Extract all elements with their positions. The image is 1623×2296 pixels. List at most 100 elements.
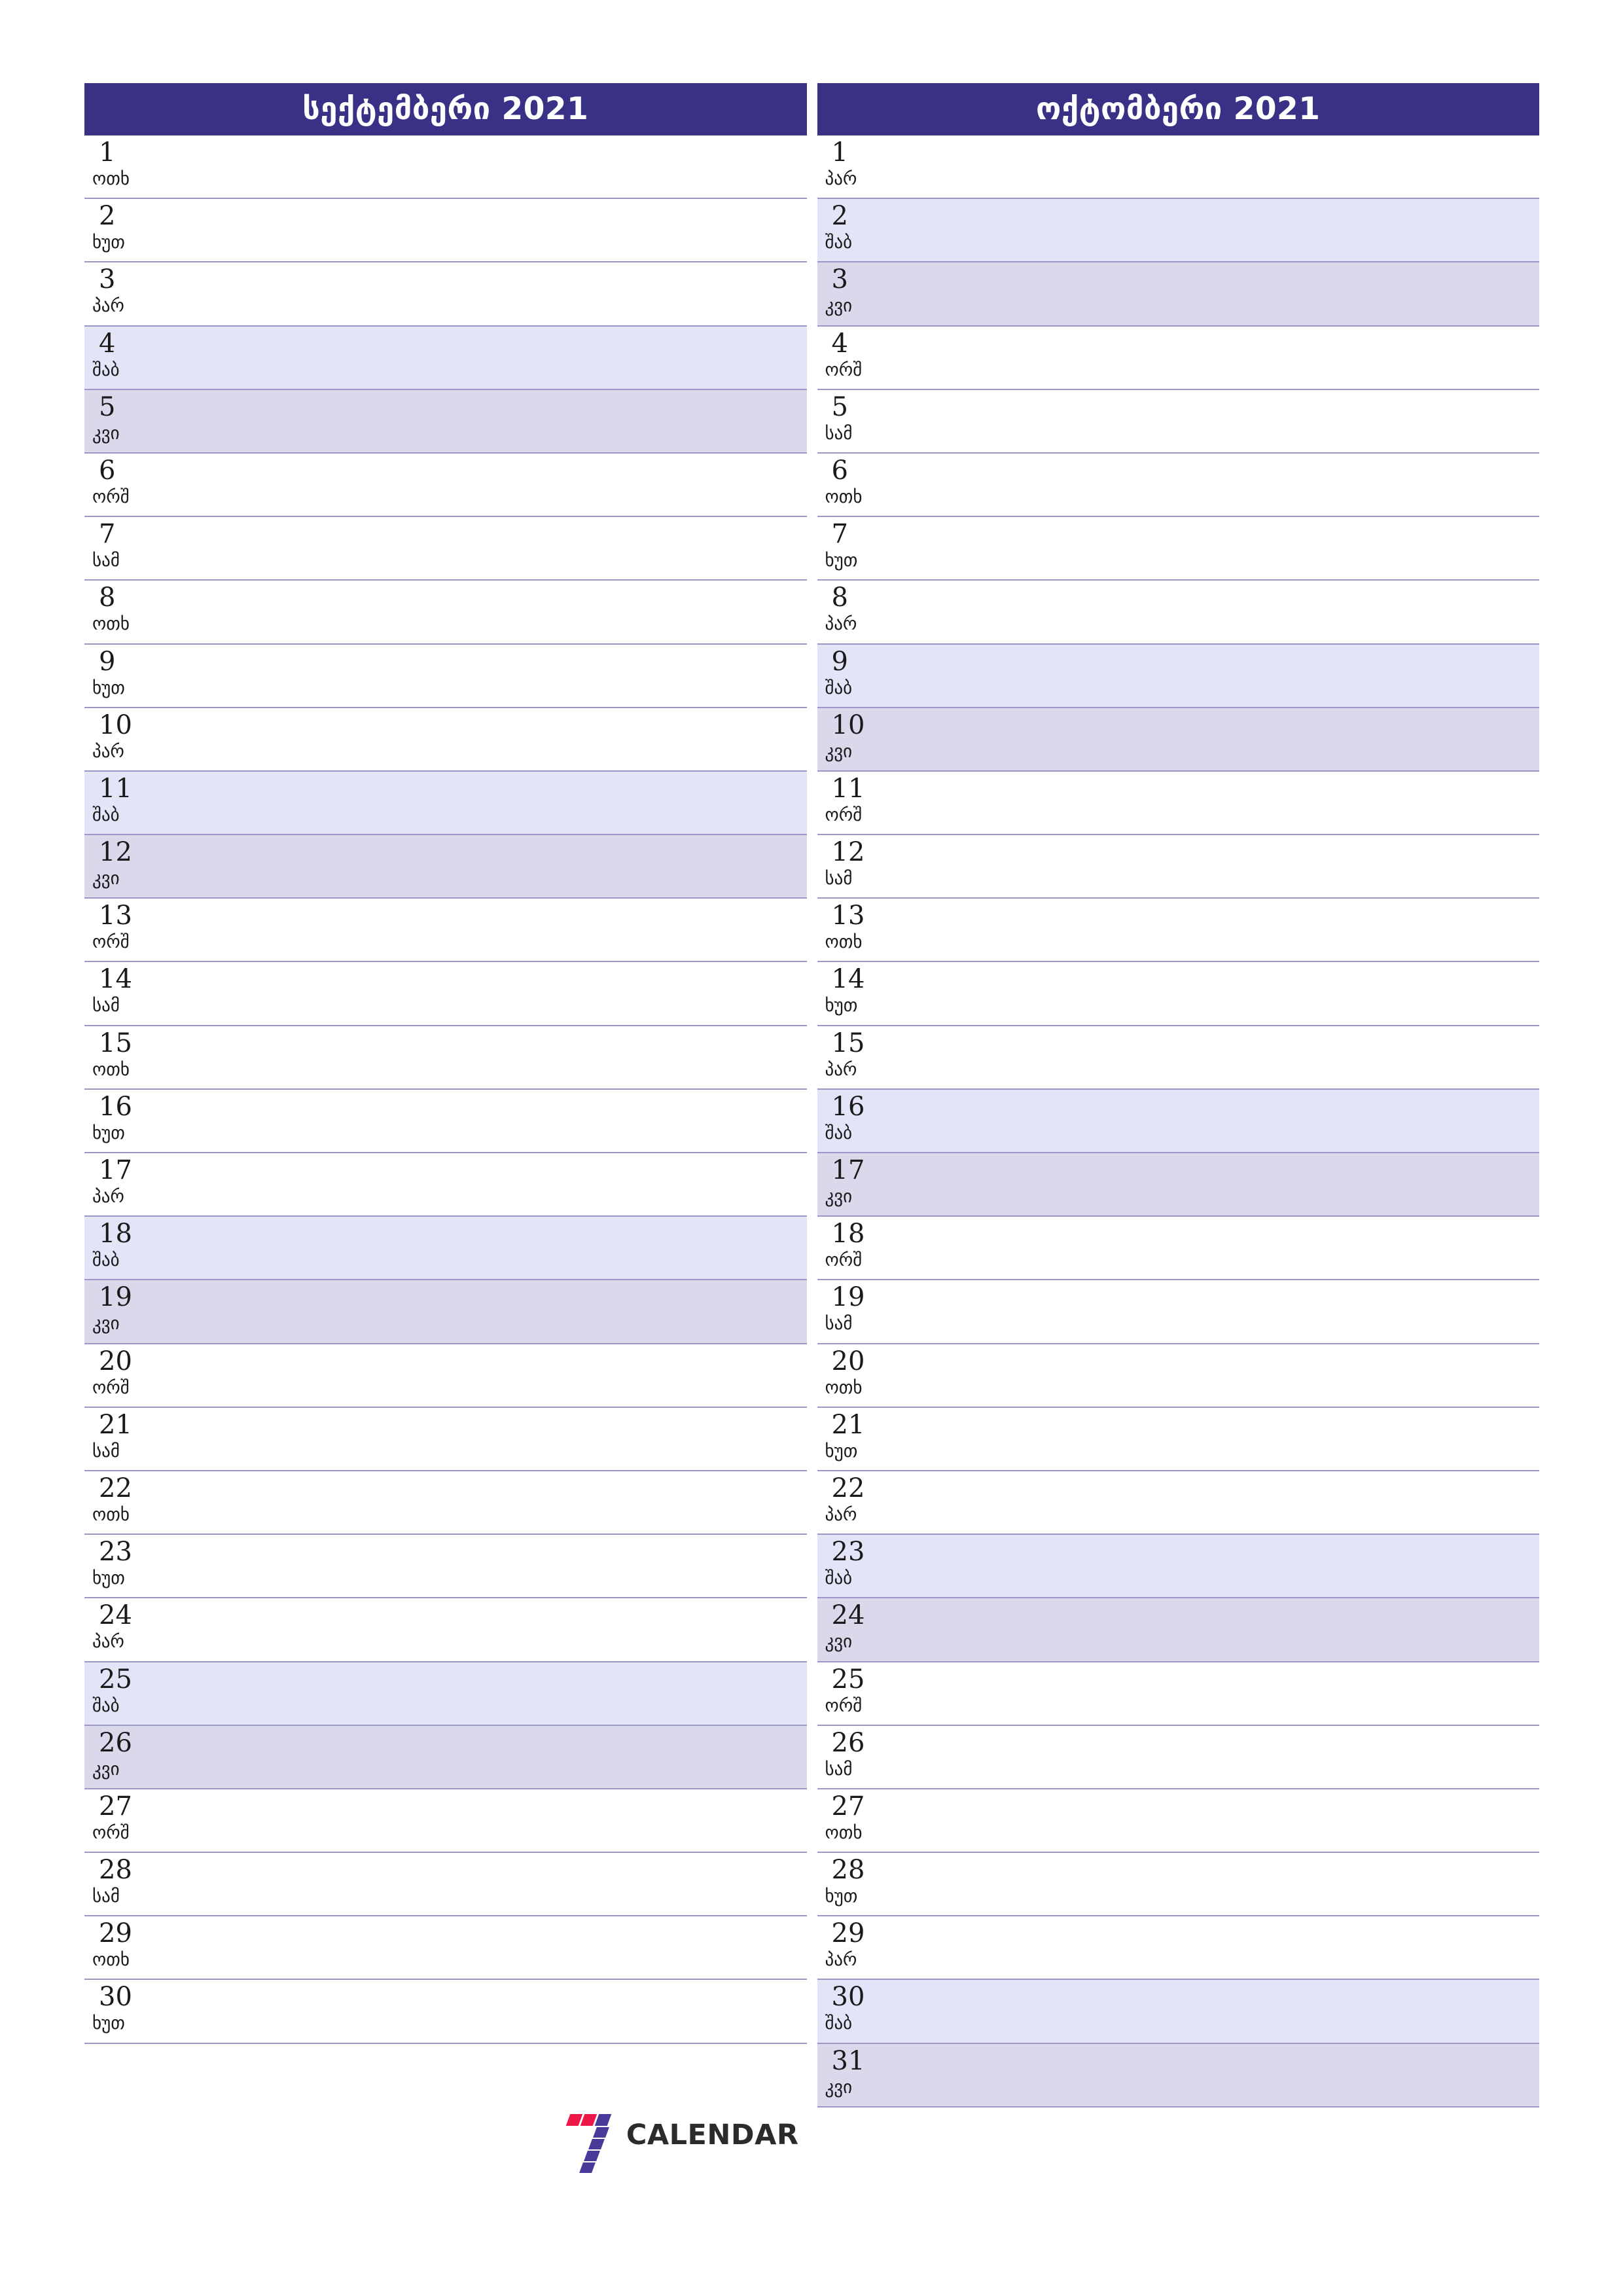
day-row[interactable]: 22 ოთხ: [84, 1471, 807, 1535]
day-row[interactable]: 14 სამ: [84, 962, 807, 1026]
weekday-abbreviation: სამ: [92, 1886, 120, 1907]
day-number: 4: [99, 328, 116, 359]
day-row[interactable]: 1 პარ: [817, 135, 1539, 200]
weekday-abbreviation: ორშ: [92, 1377, 130, 1398]
weekday-abbreviation: კვი: [825, 1632, 853, 1653]
day-row[interactable]: 26 კვი: [84, 1725, 807, 1789]
day-number: 12: [831, 837, 865, 868]
day-row[interactable]: 22 პარ: [817, 1471, 1539, 1535]
day-row[interactable]: 21 ხუთ: [817, 1407, 1539, 1471]
monthly-planner: სექტემბერი 2021 1 ოთხ 2 ხუთ 3 პარ 4 შაბ 5 კვი 6 ორშ…: [84, 83, 1539, 2173]
day-row[interactable]: 15 პარ: [817, 1026, 1539, 1090]
day-row[interactable]: 3 კვი: [817, 262, 1539, 327]
day-number: 26: [99, 1727, 132, 1758]
weekday-abbreviation: კვი: [92, 1759, 120, 1780]
day-row[interactable]: 19 კვი: [84, 1280, 807, 1344]
brand-logo: CALENDAR: [565, 2109, 799, 2173]
day-row[interactable]: 7 სამ: [84, 517, 807, 581]
day-row[interactable]: 31 კვი: [817, 2043, 1539, 2108]
day-row[interactable]: 28 ხუთ: [817, 1853, 1539, 1917]
day-row[interactable]: 7 ხუთ: [817, 517, 1539, 581]
day-number: 14: [831, 964, 865, 995]
day-number: 1: [99, 137, 116, 168]
day-row[interactable]: 18 შაბ: [84, 1217, 807, 1281]
day-number: 25: [99, 1664, 132, 1695]
weekday-abbreviation: შაბ: [92, 1695, 120, 1716]
day-row[interactable]: 5 კვი: [84, 389, 807, 454]
day-row[interactable]: 12 სამ: [817, 835, 1539, 899]
day-row[interactable]: 6 ორშ: [84, 453, 807, 518]
day-row[interactable]: 9 ხუთ: [84, 644, 807, 708]
day-row[interactable]: 2 შაბ: [817, 199, 1539, 263]
day-number: 9: [831, 646, 848, 677]
weekday-abbreviation: პარ: [825, 614, 857, 635]
day-number: 29: [831, 1918, 865, 1949]
day-row[interactable]: 21 სამ: [84, 1407, 807, 1471]
day-list-october: 1 პარ 2 შაბ 3 კვი 4 ორშ 5 სამ 6 ოთხ 7 ხუთ 8 პარ 9 შაბ 10 კვ…: [817, 135, 1539, 2108]
day-row[interactable]: 24 კვი: [817, 1598, 1539, 1662]
day-number: 27: [99, 1791, 132, 1821]
day-row[interactable]: 2 ხუთ: [84, 199, 807, 263]
day-row[interactable]: 23 შაბ: [817, 1535, 1539, 1599]
day-row[interactable]: 20 ოთხ: [817, 1344, 1539, 1408]
weekday-abbreviation: კვი: [825, 1187, 853, 1207]
day-row[interactable]: 13 ოთხ: [817, 899, 1539, 963]
day-row[interactable]: 25 ორშ: [817, 1662, 1539, 1726]
day-row[interactable]: 30 ხუთ: [84, 1980, 807, 2044]
day-row[interactable]: 25 შაბ: [84, 1662, 807, 1726]
day-row[interactable]: 9 შაბ: [817, 644, 1539, 708]
day-row[interactable]: 12 კვი: [84, 835, 807, 899]
day-row[interactable]: 27 ოთხ: [817, 1789, 1539, 1854]
day-row[interactable]: 3 პარ: [84, 262, 807, 327]
day-number: 19: [831, 1282, 865, 1313]
day-number: 19: [99, 1282, 132, 1313]
day-row[interactable]: 18 ორშ: [817, 1217, 1539, 1281]
day-row[interactable]: 28 სამ: [84, 1853, 807, 1917]
day-row[interactable]: 16 შაბ: [817, 1089, 1539, 1153]
day-row[interactable]: 26 სამ: [817, 1725, 1539, 1789]
day-row[interactable]: 4 შაბ: [84, 326, 807, 390]
day-number: 29: [99, 1918, 132, 1949]
weekday-abbreviation: სამ: [825, 423, 853, 444]
day-row[interactable]: 16 ხუთ: [84, 1089, 807, 1153]
day-row[interactable]: 17 პარ: [84, 1153, 807, 1217]
weekday-abbreviation: პარ: [825, 1059, 857, 1080]
weekday-abbreviation: ოთხ: [825, 932, 863, 953]
day-row[interactable]: 23 ხუთ: [84, 1535, 807, 1599]
day-row[interactable]: 11 ორშ: [817, 771, 1539, 836]
month-header-october: ოქტომბერი 2021: [817, 83, 1539, 135]
weekday-abbreviation: ხუთ: [825, 1886, 858, 1907]
day-row[interactable]: 13 ორშ: [84, 899, 807, 963]
day-number: 2: [831, 201, 848, 232]
day-row[interactable]: 15 ოთხ: [84, 1026, 807, 1090]
day-number: 30: [99, 1982, 132, 2013]
day-row[interactable]: 14 ხუთ: [817, 962, 1539, 1026]
day-row[interactable]: 29 ოთხ: [84, 1916, 807, 1981]
day-number: 3: [99, 264, 116, 295]
day-row[interactable]: 10 პარ: [84, 708, 807, 772]
day-number: 13: [99, 901, 132, 931]
day-row[interactable]: 1 ოთხ: [84, 135, 807, 200]
day-row[interactable]: 4 ორშ: [817, 326, 1539, 390]
day-row[interactable]: 29 პარ: [817, 1916, 1539, 1981]
day-row[interactable]: 30 შაბ: [817, 1980, 1539, 2044]
day-row[interactable]: 27 ორშ: [84, 1789, 807, 1854]
day-row[interactable]: 11 შაბ: [84, 771, 807, 836]
day-row[interactable]: 8 ოთხ: [84, 581, 807, 645]
day-number: 23: [831, 1537, 865, 1568]
day-row[interactable]: 19 სამ: [817, 1280, 1539, 1344]
day-number: 21: [99, 1409, 132, 1440]
day-number: 17: [99, 1155, 132, 1185]
day-row[interactable]: 24 პარ: [84, 1598, 807, 1662]
day-row[interactable]: 8 პარ: [817, 581, 1539, 645]
day-row[interactable]: 17 კვი: [817, 1153, 1539, 1217]
day-row[interactable]: 10 კვი: [817, 708, 1539, 772]
day-number: 14: [99, 964, 132, 995]
day-number: 21: [831, 1409, 865, 1440]
day-row[interactable]: 5 სამ: [817, 389, 1539, 454]
day-row[interactable]: 20 ორშ: [84, 1344, 807, 1408]
weekday-abbreviation: სამ: [825, 1759, 853, 1780]
day-number: 26: [831, 1727, 865, 1758]
day-row[interactable]: 6 ოთხ: [817, 453, 1539, 518]
day-number: 11: [99, 773, 132, 804]
